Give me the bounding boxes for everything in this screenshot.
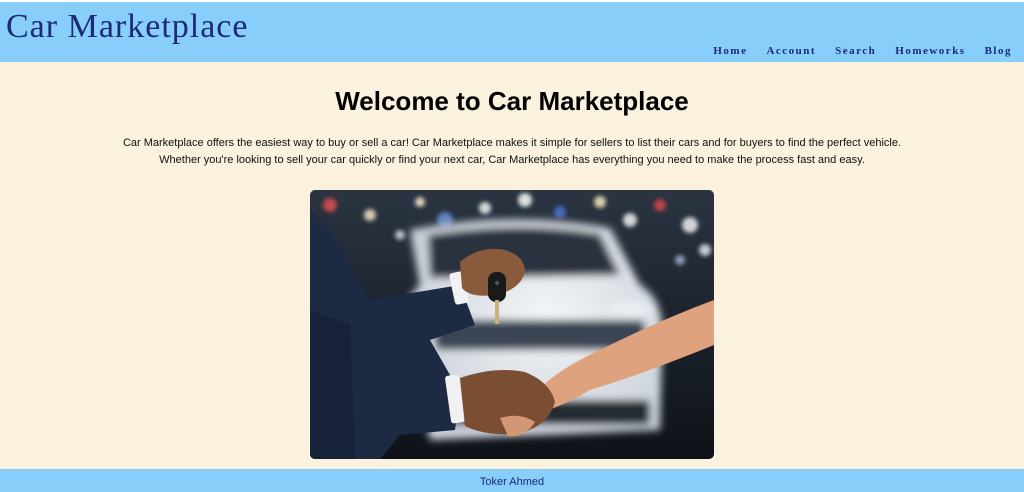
nav-link-home[interactable]: Home (713, 45, 747, 57)
site-header: Car Marketplace Home Account Search Home… (0, 2, 1024, 62)
site-footer: Toker Ahmed (0, 469, 1024, 492)
site-title: Car Marketplace (6, 8, 249, 45)
intro-line: Whether you're looking to sell your car … (159, 154, 865, 166)
nav-link-homeworks[interactable]: Homeworks (895, 45, 965, 57)
main-content: Welcome to Car Marketplace Car Marketpla… (0, 62, 1024, 469)
footer-author: Toker Ahmed (479, 476, 545, 488)
intro-text: Car Marketplace offers the easiest way t… (80, 135, 944, 169)
intro-line: Car Marketplace offers the easiest way t… (122, 137, 902, 149)
nav-link-account[interactable]: Account (766, 45, 816, 57)
page-heading: Welcome to Car Marketplace (335, 86, 689, 116)
nav-link-search[interactable]: Search (835, 45, 876, 57)
hero-image (310, 190, 714, 459)
main-nav: Home Account Search Homeworks Blog (713, 45, 1012, 57)
nav-link-blog[interactable]: Blog (985, 45, 1012, 57)
